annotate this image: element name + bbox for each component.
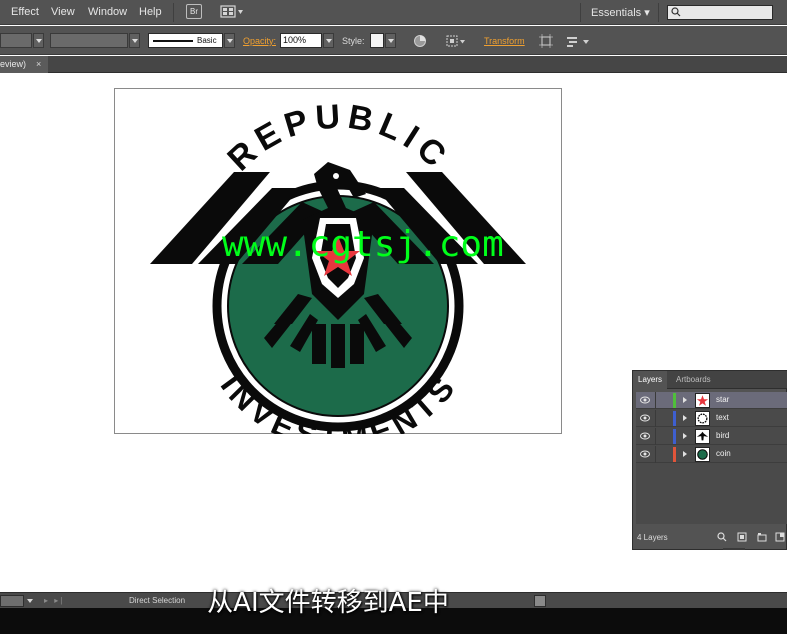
eye-icon[interactable] bbox=[640, 450, 650, 458]
layer-color-chip bbox=[673, 429, 676, 444]
layer-count: 4 Layers bbox=[637, 533, 668, 542]
layer-name: star bbox=[716, 395, 730, 404]
lock-column[interactable] bbox=[655, 428, 656, 445]
eye-icon[interactable] bbox=[640, 432, 650, 440]
stroke-preview-line bbox=[153, 40, 193, 42]
expand-arrow-icon[interactable] bbox=[683, 397, 687, 403]
expand-arrow-icon[interactable] bbox=[683, 433, 687, 439]
clipping-mask-icon[interactable] bbox=[737, 532, 747, 542]
new-layer-icon[interactable] bbox=[775, 532, 785, 542]
menu-effect[interactable]: Effect bbox=[11, 6, 39, 18]
video-subtitle: 从AI文件转移到AE中 bbox=[207, 588, 449, 618]
brush-definition-box[interactable]: Basic bbox=[148, 33, 223, 48]
expand-arrow-icon[interactable] bbox=[683, 451, 687, 457]
lock-column[interactable] bbox=[655, 410, 656, 427]
layer-name: coin bbox=[716, 449, 731, 458]
menu-separator bbox=[580, 3, 581, 22]
layer-color-chip bbox=[673, 393, 676, 408]
layer-name: text bbox=[716, 413, 729, 422]
stroke-weight-dropdown[interactable] bbox=[129, 33, 140, 48]
layer-row-star[interactable]: star bbox=[636, 392, 787, 409]
opacity-input[interactable]: 100% bbox=[280, 33, 322, 48]
search-input[interactable] bbox=[667, 5, 773, 20]
style-label: Style: bbox=[342, 36, 365, 46]
layers-panel-tabs: Layers Artboards bbox=[633, 371, 787, 389]
layer-row-bird[interactable]: bird bbox=[636, 428, 787, 445]
graphic-style-swatch[interactable] bbox=[370, 33, 384, 48]
layer-thumbnail-coin bbox=[695, 447, 710, 462]
layers-panel-footer: 4 Layers bbox=[633, 527, 787, 549]
panel-options-icon[interactable] bbox=[566, 34, 592, 48]
style-dropdown[interactable] bbox=[385, 33, 396, 48]
menu-separator bbox=[173, 3, 174, 22]
panel-resize-grip[interactable] bbox=[723, 548, 745, 550]
tab-layers[interactable]: Layers bbox=[633, 371, 668, 389]
menu-separator bbox=[658, 3, 659, 22]
layer-thumbnail-bird bbox=[695, 429, 710, 444]
arrange-documents-icon bbox=[220, 5, 243, 18]
opacity-label[interactable]: Opacity: bbox=[243, 36, 276, 46]
layer-color-chip bbox=[673, 447, 676, 462]
tab-artboards[interactable]: Artboards bbox=[671, 371, 716, 389]
layers-list: star text bird coin bbox=[636, 392, 787, 524]
menu-bar: Effect View Window Help Br Essentials ▾ bbox=[0, 0, 787, 25]
menu-view[interactable]: View bbox=[51, 6, 75, 18]
locate-object-icon[interactable] bbox=[717, 532, 727, 542]
isolate-icon[interactable] bbox=[539, 34, 553, 48]
stroke-weight-box[interactable] bbox=[50, 33, 128, 48]
align-icon[interactable] bbox=[446, 34, 468, 48]
recolor-artwork-icon[interactable] bbox=[413, 34, 427, 48]
workspace-label: Essentials bbox=[591, 7, 642, 19]
opacity-dropdown[interactable] bbox=[323, 33, 334, 48]
document-tab-bar: eview) × bbox=[0, 56, 787, 73]
layer-row-coin[interactable]: coin bbox=[636, 446, 787, 463]
bridge-button[interactable]: Br bbox=[186, 4, 202, 19]
fill-dropdown[interactable] bbox=[33, 33, 44, 48]
document-tab-title: eview) bbox=[0, 59, 27, 69]
menu-help[interactable]: Help bbox=[139, 6, 162, 18]
arrange-documents-button[interactable] bbox=[220, 5, 244, 19]
watermark-text: www.cgtsj.com bbox=[222, 224, 504, 265]
menu-window[interactable]: Window bbox=[88, 6, 127, 18]
brush-dropdown[interactable] bbox=[224, 33, 235, 48]
control-bar: Basic Opacity: 100% Style: Transform bbox=[0, 26, 787, 55]
transform-link[interactable]: Transform bbox=[484, 36, 525, 46]
lock-column[interactable] bbox=[655, 392, 656, 409]
stroke-style-label: Basic bbox=[197, 36, 217, 45]
layer-name: bird bbox=[716, 431, 730, 440]
eye-icon[interactable] bbox=[640, 414, 650, 422]
layer-row-text[interactable]: text bbox=[636, 410, 787, 427]
workspace-switcher[interactable]: Essentials ▾ bbox=[591, 6, 650, 19]
chevron-down-icon: ▾ bbox=[644, 7, 650, 19]
expand-arrow-icon[interactable] bbox=[683, 415, 687, 421]
layer-color-chip bbox=[673, 411, 676, 426]
new-sublayer-icon[interactable] bbox=[757, 532, 767, 542]
lock-column[interactable] bbox=[655, 446, 656, 463]
search-icon bbox=[671, 7, 681, 17]
layer-thumbnail-star bbox=[695, 393, 710, 408]
document-tab[interactable]: eview) × bbox=[0, 56, 48, 73]
layers-panel: Layers Artboards star text bird coin 4 L… bbox=[632, 370, 787, 550]
fill-color-box[interactable] bbox=[0, 33, 32, 48]
close-icon[interactable]: × bbox=[36, 56, 41, 72]
layer-thumbnail-text bbox=[695, 411, 710, 426]
eye-icon[interactable] bbox=[640, 396, 650, 404]
